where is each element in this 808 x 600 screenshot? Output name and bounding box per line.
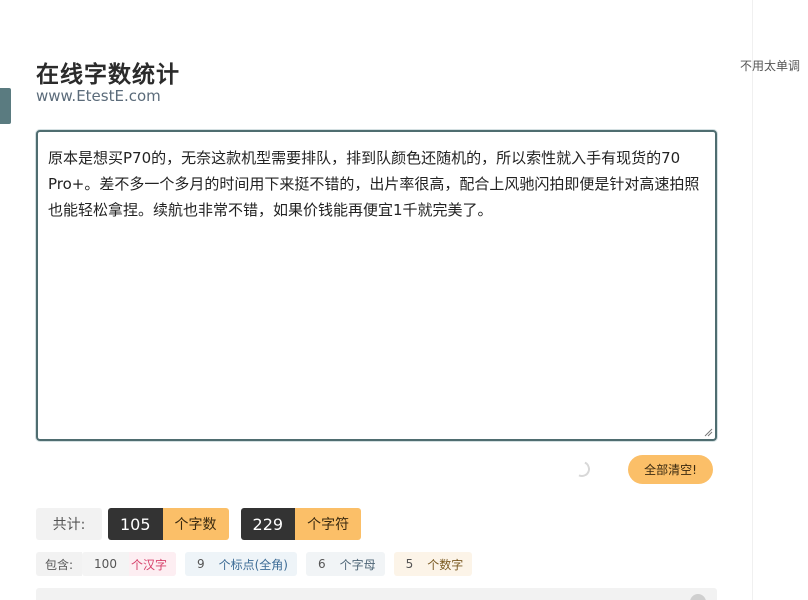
word-count-value: 105	[108, 508, 163, 540]
hanzi-count-chip: 100 个汉字	[82, 552, 176, 576]
letter-count-value: 6	[317, 557, 326, 571]
side-note: 不用太单调	[740, 59, 801, 73]
digit-count-label: 个数字	[427, 557, 464, 572]
resize-grip-icon[interactable]	[704, 428, 713, 437]
char-count-badge: 229 个字符	[240, 508, 362, 540]
loading-spinner-icon	[571, 458, 593, 480]
word-count-badge: 105 个字数	[108, 508, 229, 540]
page-title: 在线字数统计	[36, 62, 180, 88]
letter-count-label: 个字母	[339, 557, 376, 572]
digit-count-value: 5	[405, 557, 414, 571]
char-count-unit: 个字符	[295, 508, 362, 540]
hanzi-count-value: 100	[94, 557, 117, 571]
punct-count-label: 个标点(全角)	[218, 557, 288, 572]
site-url: www.EtestE.com	[36, 87, 161, 105]
word-count-unit: 个字数	[162, 508, 229, 540]
page: 不用太单调 在线字数统计 www.EtestE.com 原本是想买P70的，无奈…	[0, 0, 808, 600]
punct-count-chip: 9 个标点(全角)	[184, 552, 297, 576]
clear-all-button[interactable]: 全部清空!	[628, 455, 713, 484]
stats-detail: 包含: 100 个汉字 9 个标点(全角) 6 个字母 5 个数字	[36, 552, 473, 576]
right-divider	[752, 0, 753, 600]
char-count-value: 229	[240, 508, 296, 540]
stats-summary: 共计: 105 个字数 229 个字符	[36, 508, 362, 540]
total-label: 共计:	[36, 508, 102, 540]
letter-count-chip: 6 个字母	[305, 552, 385, 576]
punct-count-value: 9	[196, 557, 205, 571]
side-tab[interactable]	[0, 88, 11, 124]
hanzi-count-label: 个汉字	[128, 552, 176, 576]
text-input-area[interactable]: 原本是想买P70的，无奈这款机型需要排队，排到队颜色还随机的，所以索性就入手有现…	[36, 130, 717, 441]
digit-count-chip: 5 个数字	[393, 552, 473, 576]
contains-label: 包含:	[36, 552, 83, 576]
bottom-panel	[36, 588, 717, 600]
text-content: 原本是想买P70的，无奈这款机型需要排队，排到队颜色还随机的，所以索性就入手有现…	[48, 149, 700, 219]
